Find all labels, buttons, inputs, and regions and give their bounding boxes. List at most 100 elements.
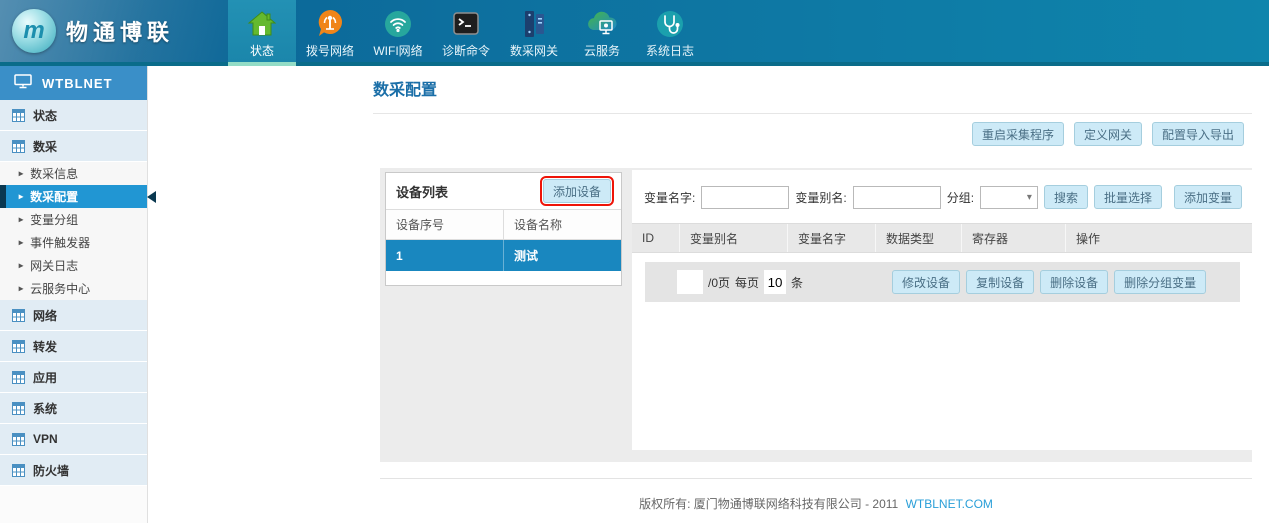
unit-label: 条 xyxy=(791,274,803,291)
topnav-item-data-gateway[interactable]: 数采网关 xyxy=(500,0,568,62)
home-icon xyxy=(246,4,278,44)
sidebar-header-label: WTBLNET xyxy=(42,76,113,91)
sidebar-item-status[interactable]: 状态 xyxy=(0,100,147,131)
sidebar-item-network[interactable]: 网络 xyxy=(0,300,147,331)
wtblnet-link[interactable]: WTBLNET.COM xyxy=(906,497,993,511)
topnav-item-label: WIFI网络 xyxy=(373,44,422,58)
page-title: 数采配置 xyxy=(373,76,437,100)
topnav-item-label: 数采网关 xyxy=(510,44,558,58)
variable-alias-label: 变量别名: xyxy=(795,189,846,206)
variable-alias-input[interactable] xyxy=(853,186,941,209)
gateway-icon xyxy=(518,4,550,44)
sidebar: WTBLNET 状态 数采 ▶ 数采信息 ▶ 数采配置 ▶ 变量分组 ▶ 事件触… xyxy=(0,66,148,523)
page-toolbar: 重启采集程序 定义网关 配置导入导出 xyxy=(972,122,1244,146)
col-alias: 变量别名 xyxy=(680,224,788,252)
sidebar-item-system[interactable]: 系统 xyxy=(0,393,147,424)
restart-collector-button[interactable]: 重启采集程序 xyxy=(972,122,1064,146)
monitor-icon xyxy=(14,74,32,92)
sidebar-subitem-data-collect-info[interactable]: ▶ 数采信息 xyxy=(0,162,147,185)
col-id: ID xyxy=(632,224,680,252)
device-table-row-selected[interactable]: 1 测试 xyxy=(386,240,621,271)
topnav-item-label: 系统日志 xyxy=(646,44,694,58)
page-total-label: /0页 xyxy=(708,274,730,291)
topnav-item-diagnostic-command[interactable]: 诊断命令 xyxy=(432,0,500,62)
terminal-icon xyxy=(450,4,482,44)
config-import-export-button[interactable]: 配置导入导出 xyxy=(1152,122,1244,146)
topnav-item-system-log[interactable]: 系统日志 xyxy=(636,0,704,62)
device-list-title: 设备列表 xyxy=(396,182,448,201)
footer: 版权所有: 厦门物通博联网络科技有限公司 - 2011 WTBLNET.COM xyxy=(380,495,1252,512)
sidebar-item-data-collect[interactable]: 数采 xyxy=(0,131,147,162)
grid-icon xyxy=(12,340,25,353)
data-collect-config-panel: 设备列表 添加设备 设备序号 设备名称 1 测试 变量名字: 变量别名: 分组:… xyxy=(380,168,1252,462)
sidebar-subitem-event-trigger[interactable]: ▶ 事件触发器 xyxy=(0,231,147,254)
top-navigation-bar: m 物通博联 状态 拨号网络 WIFI网络 诊断命令 xyxy=(0,0,1269,66)
per-page-input[interactable] xyxy=(764,270,786,294)
system-log-icon xyxy=(654,4,686,44)
brand-logo: m 物通博联 xyxy=(0,0,228,62)
sidebar-subitem-gateway-log[interactable]: ▶ 网关日志 xyxy=(0,254,147,277)
sidebar-item-label: VPN xyxy=(33,432,58,446)
grid-icon xyxy=(12,109,25,122)
topnav-item-label: 诊断命令 xyxy=(442,44,490,58)
sidebar-item-forward[interactable]: 转发 xyxy=(0,331,147,362)
sidebar-item-label: 网络 xyxy=(33,307,57,324)
grid-icon xyxy=(12,371,25,384)
device-action-buttons: 修改设备 复制设备 删除设备 删除分组变量 xyxy=(892,270,1206,294)
sidebar-subitem-label: 变量分组 xyxy=(30,211,78,228)
topnav-item-label: 云服务 xyxy=(584,44,620,58)
divider xyxy=(373,113,1252,114)
variable-filter-row: 变量名字: 变量别名: 分组: ▾ 搜索 批量选择 添加变量 xyxy=(632,170,1252,209)
page-number-input[interactable] xyxy=(677,270,703,294)
add-variable-button[interactable]: 添加变量 xyxy=(1174,185,1242,209)
sidebar-subitem-label: 事件触发器 xyxy=(30,234,90,251)
sidebar-item-firewall[interactable]: 防火墙 xyxy=(0,455,147,486)
col-register: 寄存器 xyxy=(962,224,1066,252)
copyright-text: 版权所有: 厦门物通博联网络科技有限公司 - 2011 xyxy=(639,497,898,511)
search-button[interactable]: 搜索 xyxy=(1044,185,1088,209)
sidebar-item-application[interactable]: 应用 xyxy=(0,362,147,393)
device-list-panel: 设备列表 添加设备 设备序号 设备名称 1 测试 xyxy=(385,172,622,286)
variable-table-header: ID 变量别名 变量名字 数据类型 寄存器 操作 xyxy=(632,223,1252,253)
col-data-type: 数据类型 xyxy=(876,224,962,252)
per-page-label: 每页 xyxy=(735,274,759,291)
variable-panel: 变量名字: 变量别名: 分组: ▾ 搜索 批量选择 添加变量 ID 变量别名 变… xyxy=(632,170,1252,450)
topnav-item-status[interactable]: 状态 xyxy=(228,0,296,62)
delete-device-button[interactable]: 删除设备 xyxy=(1040,270,1108,294)
topnav-item-label: 拨号网络 xyxy=(306,44,354,58)
add-device-button[interactable]: 添加设备 xyxy=(543,179,611,203)
triangle-bullet-icon: ▶ xyxy=(19,239,24,246)
triangle-bullet-icon: ▶ xyxy=(19,285,24,292)
triangle-bullet-icon: ▶ xyxy=(19,262,24,269)
group-select[interactable]: ▾ xyxy=(980,186,1038,209)
sidebar-subitem-variable-group[interactable]: ▶ 变量分组 xyxy=(0,208,147,231)
topnav-item-wifi-network[interactable]: WIFI网络 xyxy=(364,0,432,62)
sidebar-subitem-label: 网关日志 xyxy=(30,257,78,274)
triangle-bullet-icon: ▶ xyxy=(19,170,24,177)
sidebar-item-label: 数采 xyxy=(33,138,57,155)
copy-device-button[interactable]: 复制设备 xyxy=(966,270,1034,294)
topnav-item-label: 状态 xyxy=(250,44,274,58)
col-operation: 操作 xyxy=(1066,224,1252,252)
topnav-item-cloud-service[interactable]: 云服务 xyxy=(568,0,636,62)
modify-device-button[interactable]: 修改设备 xyxy=(892,270,960,294)
triangle-bullet-icon: ▶ xyxy=(19,193,24,200)
variable-name-label: 变量名字: xyxy=(644,189,695,206)
device-col-no: 设备序号 xyxy=(386,210,503,239)
define-gateway-button[interactable]: 定义网关 xyxy=(1074,122,1142,146)
chevron-down-icon: ▾ xyxy=(1027,192,1032,203)
variable-name-input[interactable] xyxy=(701,186,789,209)
sidebar-item-label: 状态 xyxy=(33,107,57,124)
delete-group-variable-button[interactable]: 删除分组变量 xyxy=(1114,270,1206,294)
batch-select-button[interactable]: 批量选择 xyxy=(1094,185,1162,209)
topnav-item-dial-network[interactable]: 拨号网络 xyxy=(296,0,364,62)
sidebar-header: WTBLNET xyxy=(0,66,147,100)
sidebar-subitem-cloud-center[interactable]: ▶ 云服务中心 xyxy=(0,277,147,300)
wifi-icon xyxy=(382,4,414,44)
sidebar-item-vpn[interactable]: VPN xyxy=(0,424,147,455)
sidebar-item-label: 转发 xyxy=(33,338,57,355)
sidebar-subitem-data-collect-config[interactable]: ▶ 数采配置 xyxy=(0,185,147,208)
logo-globe-icon: m xyxy=(12,9,56,53)
device-row-no: 1 xyxy=(386,240,503,271)
sidebar-subitem-label: 数采配置 xyxy=(30,188,78,205)
